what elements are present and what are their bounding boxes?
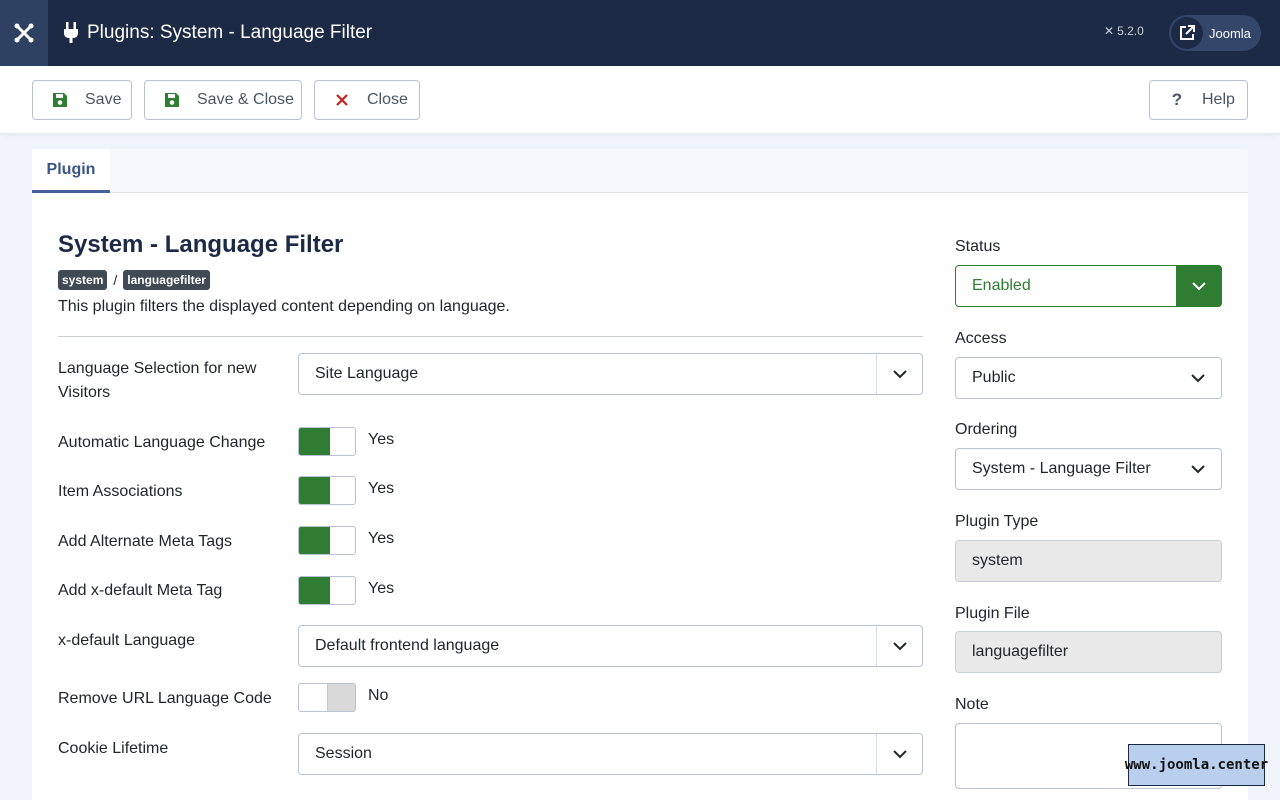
- version-number: 5.2.0: [1117, 24, 1144, 38]
- status-value: Enabled: [972, 277, 1031, 294]
- automatic-change-toggle[interactable]: [298, 427, 356, 456]
- plugin-description: This plugin filters the displayed conten…: [58, 298, 510, 315]
- xdefault-language-value: Default frontend language: [315, 637, 500, 654]
- xdefault-meta-label: Add x-default Meta Tag: [58, 582, 223, 599]
- tab-plugin[interactable]: Plugin: [32, 149, 110, 193]
- item-associations-label: Item Associations: [58, 483, 183, 500]
- remove-url-code-label: Remove URL Language Code: [58, 690, 272, 707]
- toggle-on-fill: [299, 527, 330, 554]
- plugin-file-label: Plugin File: [955, 605, 1030, 622]
- alternate-meta-value: Yes: [368, 530, 395, 547]
- toggle-on-fill: [299, 428, 330, 455]
- automatic-change-value: Yes: [368, 431, 395, 448]
- save-icon: [161, 89, 183, 111]
- view-site-button[interactable]: Joomla: [1169, 15, 1261, 51]
- save-button[interactable]: Save: [32, 80, 132, 120]
- page-title: Plugins: System - Language Filter: [87, 22, 373, 43]
- close-label: Close: [367, 91, 408, 108]
- cookie-lifetime-select[interactable]: Session: [298, 733, 923, 775]
- language-selection-label: Language Selection for new Visitors: [58, 360, 257, 401]
- chevron-down-icon: [1175, 358, 1221, 398]
- remove-url-code-value: No: [368, 687, 389, 704]
- save-label: Save: [85, 91, 122, 108]
- status-label: Status: [955, 238, 1001, 255]
- xdefault-language-label: x-default Language: [58, 632, 195, 649]
- chevron-down-icon: [1175, 449, 1221, 489]
- item-associations-value: Yes: [368, 480, 395, 497]
- item-associations-toggle[interactable]: [298, 476, 356, 505]
- save-icon: [49, 89, 71, 111]
- plugin-badges: system / languagefilter: [58, 270, 210, 290]
- chevron-down-icon: [876, 626, 922, 666]
- status-select[interactable]: Enabled: [955, 265, 1222, 307]
- tab-bar: Plugin: [32, 149, 1248, 193]
- help-label: Help: [1202, 91, 1235, 108]
- plugin-heading: System - Language Filter: [58, 231, 344, 258]
- external-link-icon: [1171, 17, 1203, 49]
- language-selection-value: Site Language: [315, 365, 419, 382]
- save-close-label: Save & Close: [197, 91, 294, 108]
- cookie-lifetime-value: Session: [315, 745, 372, 762]
- xdefault-meta-value: Yes: [368, 580, 395, 597]
- plugin-file-field: languagefilter: [955, 631, 1222, 673]
- chevron-down-icon: [1176, 265, 1222, 307]
- note-label: Note: [955, 696, 989, 713]
- top-header: Plugins: System - Language Filter ✕ 5.2.…: [0, 0, 1280, 66]
- element-badge: languagefilter: [123, 270, 210, 290]
- ordering-label: Ordering: [955, 421, 1018, 438]
- close-button[interactable]: Close: [314, 80, 420, 120]
- access-value: Public: [972, 369, 1016, 386]
- cookie-lifetime-label: Cookie Lifetime: [58, 740, 169, 757]
- plug-icon: [63, 21, 79, 45]
- chevron-down-icon: [876, 354, 922, 394]
- close-icon: [331, 89, 353, 111]
- toggle-on-fill: [299, 477, 330, 504]
- joomla-logo-icon[interactable]: [0, 0, 48, 66]
- automatic-change-label: Automatic Language Change: [58, 434, 266, 451]
- xdefault-meta-toggle[interactable]: [298, 576, 356, 605]
- access-label: Access: [955, 330, 1007, 347]
- joomla-small-icon: ✕: [1104, 24, 1115, 38]
- help-button[interactable]: ? Help: [1149, 80, 1248, 120]
- plugin-type-label: Plugin Type: [955, 513, 1039, 530]
- badge-separator: /: [113, 272, 118, 288]
- save-close-button[interactable]: Save & Close: [144, 80, 302, 120]
- toggle-on-fill: [299, 577, 330, 604]
- xdefault-language-select[interactable]: Default frontend language: [298, 625, 923, 667]
- ordering-value: System - Language Filter: [972, 460, 1151, 477]
- view-site-label: Joomla: [1209, 25, 1251, 41]
- alternate-meta-label: Add Alternate Meta Tags: [58, 533, 233, 550]
- ordering-select[interactable]: System - Language Filter: [955, 448, 1222, 490]
- watermark: www.joomla.center: [1125, 744, 1268, 786]
- plugin-type-field: system: [955, 540, 1222, 582]
- remove-url-code-toggle[interactable]: [298, 683, 356, 712]
- divider: [58, 336, 923, 337]
- chevron-down-icon: [876, 734, 922, 774]
- folder-badge: system: [58, 270, 108, 290]
- toggle-knob: [299, 684, 328, 711]
- toolbar: Save Save & Close Close ? Help: [0, 66, 1280, 133]
- access-select[interactable]: Public: [955, 357, 1222, 399]
- language-selection-select[interactable]: Site Language: [298, 353, 923, 395]
- alternate-meta-toggle[interactable]: [298, 526, 356, 555]
- help-icon: ?: [1171, 90, 1183, 109]
- version-label: ✕ 5.2.0: [1104, 24, 1144, 38]
